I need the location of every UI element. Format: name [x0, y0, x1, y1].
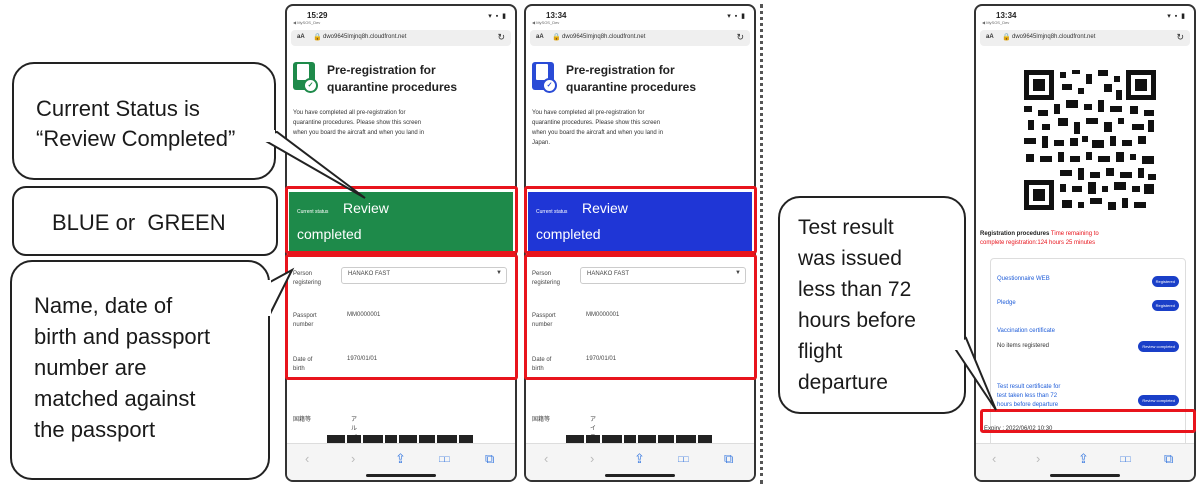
- text-size-button[interactable]: aA: [986, 34, 994, 40]
- address-bar[interactable]: aA 🔒 dwo9645lmjnq8h.cloudfront.net ↻: [291, 30, 511, 46]
- callout-status-line-2: “Review Completed”: [36, 126, 236, 151]
- back-icon[interactable]: ‹: [992, 451, 996, 466]
- reload-icon[interactable]: ↻: [497, 32, 505, 43]
- highlight-status-blue: [524, 186, 757, 254]
- forward-icon[interactable]: ›: [351, 451, 355, 466]
- highlight-expiry: [980, 409, 1196, 433]
- tabs-icon[interactable]: ⧉: [485, 451, 494, 467]
- home-indicator: [1050, 474, 1120, 477]
- list-item-questionnaire[interactable]: Questionnaire WEB Registered: [997, 275, 1179, 287]
- document-check-icon: ✓: [532, 62, 557, 93]
- share-icon[interactable]: ⇪: [395, 451, 406, 467]
- page-header: ✓ Pre-registration for quarantine proced…: [532, 54, 748, 102]
- nationality-label: 国籍等: [293, 417, 312, 423]
- callout-test-result: Test result was issued less than 72 hour…: [778, 196, 966, 414]
- clock: 13:34: [996, 11, 1017, 20]
- highlight-identity-green: [285, 254, 518, 380]
- address-bar[interactable]: aA 🔒 dwo9645lmjnq8h.cloudfront.net ↻: [980, 30, 1190, 46]
- bookmarks-icon[interactable]: □□: [439, 454, 450, 464]
- registration-title: Registration procedures: [980, 231, 1050, 237]
- lock-icon: 🔒: [552, 34, 561, 41]
- status-bar: 15:29 ◀ MySOS_Dev ▾ ▪ ▮: [287, 6, 515, 28]
- text-size-button[interactable]: aA: [536, 34, 544, 40]
- callout-identity-line-1: Name, date of: [34, 293, 173, 318]
- bookmarks-icon[interactable]: □□: [678, 454, 689, 464]
- clock: 13:34: [546, 11, 567, 20]
- section-divider: [760, 4, 763, 484]
- qr-code: [1020, 66, 1160, 214]
- callout-identity-line-2: birth and passport: [34, 324, 211, 349]
- callout-test-tail: [942, 336, 997, 411]
- callout-identity-line-5: the passport: [34, 417, 156, 442]
- callout-identity-line-4: matched against: [34, 386, 196, 411]
- back-to-app-label[interactable]: ◀ MySOS_Dev: [293, 20, 320, 25]
- signal-battery-icon: ▾ ▪ ▮: [488, 13, 507, 20]
- callout-identity-tail: [262, 267, 295, 316]
- callout-current-status: Current Status is “Review Completed”: [12, 62, 276, 180]
- intro-text: You have completed all pre-registration …: [532, 110, 664, 146]
- callout-test-line-3: less than 72: [798, 278, 912, 301]
- nationality-row: 国籍等 アルバニア: [293, 414, 357, 459]
- list-item-vaccination[interactable]: Vaccination certificate No items registe…: [997, 327, 1179, 352]
- home-indicator: [605, 474, 675, 477]
- back-icon[interactable]: ‹: [544, 451, 548, 466]
- registration-procedures-header: Registration procedures Time remaining t…: [980, 230, 1190, 248]
- bookmarks-icon[interactable]: □□: [1120, 454, 1131, 464]
- callout-color-text: BLUE or GREEN: [52, 210, 226, 235]
- callout-color: BLUE or GREEN: [12, 186, 278, 256]
- forward-icon[interactable]: ›: [590, 451, 594, 466]
- safari-toolbar: ‹ › ⇪ □□ ⧉: [526, 443, 754, 480]
- forward-icon[interactable]: ›: [1036, 451, 1040, 466]
- text-size-button[interactable]: aA: [297, 34, 305, 40]
- status-badge: Registered: [1151, 300, 1179, 311]
- list-item-test-result[interactable]: Test result certificate for test taken l…: [997, 383, 1179, 410]
- callout-identity: Name, date of birth and passport number …: [10, 260, 270, 480]
- callout-status-line-1: Current Status is: [36, 96, 200, 121]
- lock-icon: 🔒: [313, 34, 322, 41]
- lock-icon: 🔒: [1002, 34, 1011, 41]
- address-bar[interactable]: aA 🔒 dwo9645lmjnq8h.cloudfront.net ↻: [530, 30, 750, 46]
- document-check-icon: ✓: [293, 62, 318, 93]
- tabs-icon[interactable]: ⧉: [724, 451, 733, 467]
- back-to-app-label[interactable]: ◀ MySOS_Dev: [982, 20, 1009, 25]
- nationality-row: 国籍等 アイスランド: [532, 414, 596, 468]
- callout-test-line-4: hours before: [798, 309, 916, 332]
- time-remaining-label: Time remaining to: [1050, 231, 1099, 237]
- status-badge: Review completed: [1138, 395, 1179, 406]
- signal-battery-icon: ▾ ▪ ▮: [727, 13, 746, 20]
- highlight-identity-blue: [524, 254, 757, 380]
- callout-test-line-2: was issued: [798, 247, 902, 270]
- share-icon[interactable]: ⇪: [1078, 451, 1089, 467]
- tabs-icon[interactable]: ⧉: [1164, 451, 1173, 467]
- status-bar: 13:34 ◀ MySOS_Dev ▾ ▪ ▮: [526, 6, 754, 28]
- callout-identity-line-3: number are: [34, 355, 147, 380]
- url-text: dwo9645lmjnq8h.cloudfront.net: [562, 34, 646, 40]
- status-bar: 13:34 ◀ MySOS_Dev ▾ ▪ ▮: [976, 6, 1194, 28]
- safari-toolbar: ‹ › ⇪ □□ ⧉: [287, 443, 515, 480]
- page-title: Pre-registration for quarantine procedur…: [327, 63, 458, 94]
- callout-status-tail: [255, 130, 366, 199]
- share-icon[interactable]: ⇪: [634, 451, 645, 467]
- callout-test-line-5: flight: [798, 340, 843, 363]
- signal-battery-icon: ▾ ▪ ▮: [1167, 13, 1186, 20]
- url-text: dwo9645lmjnq8h.cloudfront.net: [1012, 34, 1096, 40]
- page-header: ✓ Pre-registration for quarantine proced…: [293, 54, 509, 102]
- back-to-app-label[interactable]: ◀ MySOS_Dev: [532, 20, 559, 25]
- callout-test-line-6: departure: [798, 371, 888, 394]
- safari-toolbar: ‹ › ⇪ □□ ⧉: [976, 443, 1194, 480]
- home-indicator: [366, 474, 436, 477]
- status-badge: Review completed: [1138, 341, 1179, 352]
- reload-icon[interactable]: ↻: [736, 32, 744, 43]
- url-text: dwo9645lmjnq8h.cloudfront.net: [323, 34, 407, 40]
- reload-icon[interactable]: ↻: [1176, 32, 1184, 43]
- clock: 15:29: [307, 11, 328, 20]
- page-title: Pre-registration for quarantine procedur…: [566, 63, 697, 94]
- callout-test-line-1: Test result: [798, 216, 894, 239]
- back-icon[interactable]: ‹: [305, 451, 309, 466]
- status-badge: Registered: [1151, 276, 1179, 287]
- nationality-label: 国籍等: [532, 417, 551, 423]
- list-item-pledge[interactable]: Pledge Registered: [997, 299, 1179, 311]
- time-remaining-value: complete registration:124 hours 25 minut…: [980, 240, 1096, 246]
